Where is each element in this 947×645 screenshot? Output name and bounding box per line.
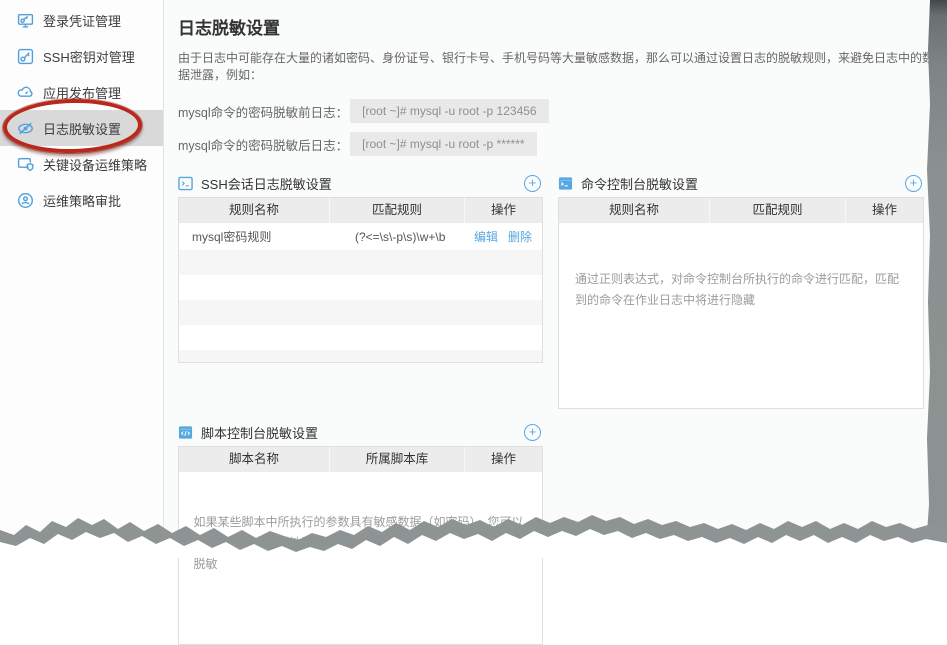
sidebar-item-label: 运维策略审批 [43,191,121,210]
command-panel-header: 命令控制台脱敏设置 + [558,173,924,194]
main-content: 日志脱敏设置 由于日志中可能存在大量的诸如密码、身份证号、银行卡号、手机号码等大… [164,0,947,558]
script-empty-hint: 如果某些脚本中所执行的参数具有敏感数据（如密码），您可以将该脚本加入到脱敏清单中… [194,512,528,575]
script-rules-table: 脚本名称 所属脚本库 操作 如果某些脚本中所执行的参数具有敏感数据（如密码），您… [178,446,543,645]
column-header: 操作 [464,198,542,223]
sidebar: 登录凭证管理 SSH密钥对管理 应用发布管理 [0,0,164,558]
script-console-icon [178,425,193,440]
cloud-release-icon [17,84,34,101]
sidebar-item-device-policy[interactable]: 关键设备运维策略 [0,146,163,182]
sidebar-item-app-release[interactable]: 应用发布管理 [0,74,163,110]
eye-slash-icon [17,120,34,137]
rule-name-cell: mysql密码规则 [179,228,342,245]
ssh-panel-title: SSH会话日志脱敏设置 [201,174,332,193]
column-header: 匹配规则 [709,198,845,223]
delete-link[interactable]: 删除 [508,228,532,245]
page-title: 日志脱敏设置 [178,14,947,39]
column-header: 操作 [464,447,542,472]
approver-icon [17,192,34,209]
device-shield-icon [17,156,34,173]
sidebar-item-label: 登录凭证管理 [43,11,121,30]
script-panel-header: 脚本控制台脱敏设置 + [178,422,543,443]
command-rules-table: 规则名称 匹配规则 操作 通过正则表达式，对命令控制台所执行的命令进行匹配，匹配… [558,197,924,409]
script-panel-title: 脚本控制台脱敏设置 [201,423,318,442]
command-console-panel: 命令控制台脱敏设置 + 规则名称 匹配规则 操作 通过正则表达式，对命令控制台所… [558,173,924,409]
column-header: 规则名称 [179,198,329,223]
column-header: 规则名称 [559,198,709,223]
ssh-session-panel: SSH会话日志脱敏设置 + 规则名称 匹配规则 操作 mysql密码规则 (?<… [178,173,543,409]
ssh-add-rule-button[interactable]: + [524,175,541,192]
command-empty-hint: 通过正则表达式，对命令控制台所执行的命令进行匹配，匹配到的命令在作业日志中将进行… [575,269,907,311]
sidebar-item-label: 日志脱敏设置 [43,119,121,138]
sidebar-item-ssh-keypair[interactable]: SSH密钥对管理 [0,38,163,74]
sidebar-item-log-masking[interactable]: 日志脱敏设置 [0,110,163,146]
example-before-label: mysql命令的密码脱敏前日志： [178,102,348,121]
example-after-code: [root ~]# mysql -u root -p ****** [350,132,536,156]
command-console-icon [558,176,573,191]
row-actions-cell: 编辑 删除 [464,228,542,245]
sidebar-item-policy-approval[interactable]: 运维策略审批 [0,182,163,218]
script-add-button[interactable]: + [524,424,541,441]
ssh-key-icon [17,48,34,65]
script-table-header: 脚本名称 所属脚本库 操作 [179,447,542,472]
empty-striped-rows [179,250,542,362]
example-after-label: mysql命令的密码脱敏后日志： [178,135,348,154]
command-panel-title: 命令控制台脱敏设置 [581,174,698,193]
edit-link[interactable]: 编辑 [474,228,498,245]
example-after-row: mysql命令的密码脱敏后日志： [root ~]# mysql -u root… [178,132,947,156]
table-row: mysql密码规则 (?<=\s\-p\s)\w+\b 编辑 删除 [179,223,542,250]
login-credential-icon [17,12,34,29]
sidebar-item-label: 关键设备运维策略 [43,155,147,174]
column-header: 所属脚本库 [329,447,464,472]
example-before-row: mysql命令的密码脱敏前日志： [root ~]# mysql -u root… [178,99,947,123]
sidebar-item-login-credentials[interactable]: 登录凭证管理 [0,2,163,38]
sidebar-item-label: SSH密钥对管理 [43,47,135,66]
ssh-table-header: 规则名称 匹配规则 操作 [179,198,542,223]
panels-grid: SSH会话日志脱敏设置 + 规则名称 匹配规则 操作 mysql密码规则 (?<… [178,173,947,645]
sidebar-item-label: 应用发布管理 [43,83,121,102]
command-add-rule-button[interactable]: + [905,175,922,192]
script-table-empty-body: 如果某些脚本中所执行的参数具有敏感数据（如密码），您可以将该脚本加入到脱敏清单中… [179,512,542,644]
column-header: 匹配规则 [329,198,464,223]
command-table-header: 规则名称 匹配规则 操作 [559,198,923,223]
command-table-empty-body: 通过正则表达式，对命令控制台所执行的命令进行匹配，匹配到的命令在作业日志中将进行… [559,269,923,408]
example-before-code: [root ~]# mysql -u root -p 123456 [350,99,548,123]
column-header: 脚本名称 [179,447,329,472]
rule-pattern-cell: (?<=\s\-p\s)\w+\b [342,230,464,244]
ssh-panel-header: SSH会话日志脱敏设置 + [178,173,543,194]
page-description: 由于日志中可能存在大量的诸如密码、身份证号、银行卡号、手机号码等大量敏感数据，那… [178,49,938,83]
script-console-panel: 脚本控制台脱敏设置 + 脚本名称 所属脚本库 操作 如果某些脚本中所执行的参数具… [178,422,543,645]
column-header: 操作 [845,198,923,223]
app-window: 登录凭证管理 SSH密钥对管理 应用发布管理 [0,0,947,558]
ssh-terminal-icon [178,176,193,191]
ssh-rules-table: 规则名称 匹配规则 操作 mysql密码规则 (?<=\s\-p\s)\w+\b… [178,197,543,363]
